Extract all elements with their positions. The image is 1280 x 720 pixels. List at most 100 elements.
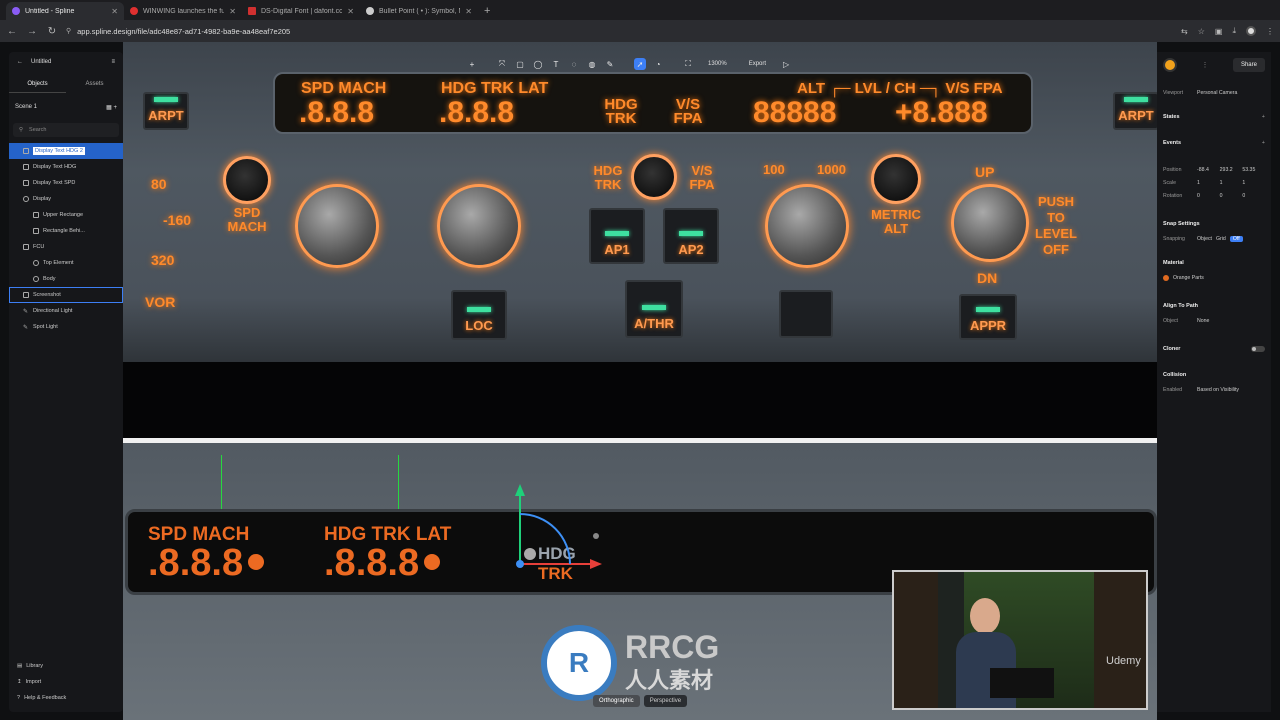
menu-icon[interactable]: ≡ xyxy=(111,59,115,65)
select-tool-icon[interactable]: ➚ xyxy=(634,58,646,70)
tree-item-directional-light[interactable]: ✎ Directional Light xyxy=(9,303,123,319)
shape-tool-icon[interactable]: ◍ xyxy=(586,58,598,70)
pen-tool-icon[interactable]: ✎ xyxy=(604,58,616,70)
fcu-vs-fpa-small-label: V/S FPA xyxy=(689,163,715,192)
orthographic-toggle[interactable]: Orthographic xyxy=(593,695,640,707)
browser-tab-dafont[interactable]: DS-Digital Font | dafont.com ✕ xyxy=(242,2,360,20)
transform-gizmo[interactable] xyxy=(508,464,618,594)
file-title[interactable]: Untitled xyxy=(23,59,111,65)
url-field[interactable]: ⚲ app.spline.design/file/adc48e87-ad71-49… xyxy=(66,27,1173,36)
rrcg-logo-icon: R xyxy=(541,625,617,701)
browser-tab-winwing[interactable]: WINWING launches the full-... ✕ xyxy=(124,2,242,20)
rotation-x[interactable]: 0 xyxy=(1197,193,1220,199)
browser-tab-bullet[interactable]: Bullet Point ( • ): Symbol, Me... ✕ xyxy=(360,2,478,20)
snap-grid-option[interactable]: Grid xyxy=(1216,236,1226,242)
address-bar: ← → ↻ ⚲ app.spline.design/file/adc48e87-a… xyxy=(0,20,1280,42)
close-tab-icon[interactable]: ✕ xyxy=(347,7,354,16)
material-name[interactable]: Orange Parts xyxy=(1173,275,1265,281)
gizmo-origin[interactable] xyxy=(516,560,524,568)
text-tool-icon[interactable]: T xyxy=(550,58,562,70)
material-swatch[interactable] xyxy=(1163,274,1169,281)
search-placeholder: Search xyxy=(29,127,47,133)
fcu-ap1-button: AP1 xyxy=(589,208,645,264)
tab-title: Untitled - Spline xyxy=(25,7,75,15)
snap-off-option[interactable]: Off xyxy=(1229,235,1243,242)
perspective-toggle[interactable]: Perspective xyxy=(643,695,688,707)
bookmark-star-icon[interactable]: ☆ xyxy=(1198,27,1205,36)
tab-objects[interactable]: Objects xyxy=(9,76,66,93)
position-y[interactable]: 293.2 xyxy=(1220,167,1243,173)
add-object-icon[interactable]: + xyxy=(466,58,478,70)
import-link[interactable]: ↥ Import xyxy=(9,674,123,690)
tab-assets[interactable]: Assets xyxy=(66,76,123,92)
tab-title: Bullet Point ( • ): Symbol, Me... xyxy=(379,7,460,15)
add-state-icon[interactable]: + xyxy=(1262,114,1265,120)
close-tab-icon[interactable]: ✕ xyxy=(465,7,472,16)
more-icon[interactable]: ⋮ xyxy=(1201,61,1208,69)
rectangle-tool-icon[interactable]: ▢ xyxy=(514,58,526,70)
download-icon[interactable]: ⤓ xyxy=(1232,26,1236,36)
gizmo-y-arrow-icon[interactable] xyxy=(515,484,525,496)
gizmo-x-arrow-icon[interactable] xyxy=(590,559,602,569)
position-x[interactable]: -88.4 xyxy=(1197,167,1220,173)
mesh-icon xyxy=(33,260,39,266)
tree-item-display-text-hdg-2[interactable]: Display Text HDG 2 xyxy=(9,143,123,159)
scale-y[interactable]: 1 xyxy=(1220,180,1243,186)
back-icon[interactable]: ← xyxy=(6,26,18,37)
tree-item-display[interactable]: Display xyxy=(9,191,123,207)
profile-avatar[interactable] xyxy=(1246,26,1256,36)
object-search-input[interactable]: ⚲ Search xyxy=(13,123,119,137)
transform-icon[interactable]: ⤧ xyxy=(496,58,508,70)
tree-item-top-element[interactable]: Top Element xyxy=(9,255,123,271)
browser-menu-icon[interactable]: ⋮ xyxy=(1266,27,1274,36)
scene-selector[interactable]: Scene 1 xyxy=(15,104,37,111)
ellipse-tool-icon[interactable]: ◯ xyxy=(532,58,544,70)
position-label: Position xyxy=(1163,166,1182,173)
comment-tool-icon[interactable]: ◌ xyxy=(568,58,580,70)
tree-item-fcu[interactable]: FCU xyxy=(9,239,123,255)
rrcg-watermark: R RRCG 人人素材 xyxy=(541,625,719,701)
scene-actions-icon[interactable]: ▦ + xyxy=(106,104,117,111)
forward-icon[interactable]: → xyxy=(26,26,38,37)
path-object-select[interactable]: None xyxy=(1197,318,1265,324)
reload-icon[interactable]: ↻ xyxy=(46,26,58,37)
snap-object-option[interactable]: Object xyxy=(1197,236,1212,242)
browser-tab-spline[interactable]: Untitled - Spline ✕ xyxy=(6,2,124,20)
fit-view-icon[interactable]: ⛶ xyxy=(682,58,694,70)
export-button[interactable]: Export xyxy=(741,61,774,67)
tree-item-body[interactable]: Body xyxy=(9,271,123,287)
extensions-icon[interactable]: ▣ xyxy=(1215,27,1223,36)
translate-icon[interactable]: ⇆ xyxy=(1181,27,1188,36)
share-button[interactable]: Share xyxy=(1232,58,1265,72)
collision-enabled-select[interactable]: Based on Visibility xyxy=(1197,387,1265,393)
cloner-toggle[interactable] xyxy=(1251,346,1265,352)
add-event-icon[interactable]: + xyxy=(1262,140,1265,146)
help-link[interactable]: ? Help & Feedback xyxy=(9,690,123,706)
play-icon[interactable]: ▷ xyxy=(780,58,792,70)
close-tab-icon[interactable]: ✕ xyxy=(111,7,118,16)
library-link[interactable]: ▤ Library xyxy=(9,658,123,674)
tree-item-screenshot[interactable]: Screenshot xyxy=(9,287,123,303)
tree-item-rectangle-behind[interactable]: Rectangle Behi... xyxy=(9,223,123,239)
new-tab-button[interactable]: + xyxy=(478,2,496,20)
position-z[interactable]: 53.35 xyxy=(1242,167,1265,173)
viewport-select[interactable]: Personal Camera xyxy=(1197,90,1265,96)
tree-item-display-text-hdg[interactable]: Display Text HDG xyxy=(9,159,123,175)
tree-item-upper-rectangle[interactable]: Upper Rectange xyxy=(9,207,123,223)
scale-z[interactable]: 1 xyxy=(1242,180,1265,186)
3d-viewport[interactable]: SPD MACH .8.8.8 HDG TRK LAT .8.8.8 HDG T… xyxy=(123,42,1157,720)
pan-tool-icon[interactable]: ◔ xyxy=(652,58,664,70)
gizmo-pivot[interactable] xyxy=(524,548,536,560)
tree-item-display-text-spd[interactable]: Display Text SPD xyxy=(9,175,123,191)
gizmo-handle[interactable] xyxy=(593,533,599,539)
properties-panel: ⋮ Share Viewport Personal Camera States + E… xyxy=(1157,52,1271,712)
tree-item-spot-light[interactable]: ✎ Spot Light xyxy=(9,319,123,335)
rotation-z[interactable]: 0 xyxy=(1242,193,1265,199)
scale-x[interactable]: 1 xyxy=(1197,180,1220,186)
rotation-y[interactable]: 0 xyxy=(1220,193,1243,199)
user-avatar[interactable] xyxy=(1163,58,1177,72)
enabled-label: Enabled xyxy=(1163,386,1183,393)
close-tab-icon[interactable]: ✕ xyxy=(229,7,236,16)
site-info-icon[interactable]: ⚲ xyxy=(66,27,71,35)
zoom-level[interactable]: 1300% xyxy=(700,61,735,67)
